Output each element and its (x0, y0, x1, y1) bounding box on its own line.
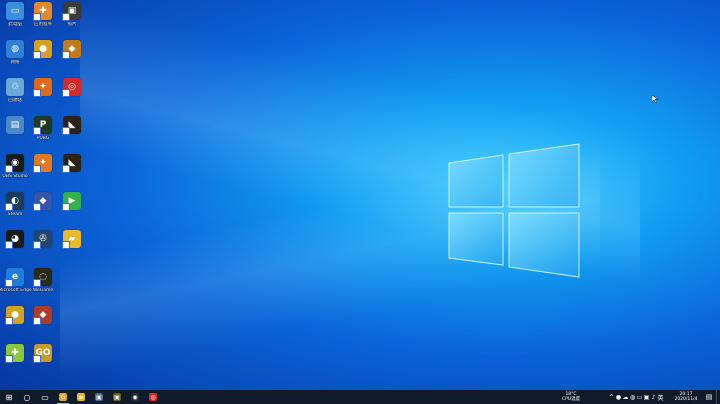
display-icon[interactable]: ▣ (643, 390, 650, 404)
app-dark2-icon: ◣ (62, 154, 81, 173)
clock[interactable]: 20:17 2020/11/4 (670, 392, 702, 402)
steam-icon: ◐ (5, 192, 24, 211)
wechat-icon[interactable]: ● (615, 390, 622, 404)
battery-icon[interactable]: ▭ (636, 390, 643, 404)
desktop-icon-app-dark[interactable]: ◣ (55, 116, 89, 152)
taskbar: ⊞ ○ ▭ G ▰ ▣ ▣ ◉ ◎ 18°C CPU温度 ^ ● ☁ ◍ ▭ ▣ ♪ 英 20:17 2… (0, 390, 720, 404)
volume-icon[interactable]: ♪ (650, 390, 657, 404)
taskbar-app-g[interactable]: G (54, 390, 72, 404)
pubg-icon: P (33, 116, 52, 135)
task-view-icon: ▭ (41, 392, 49, 402)
csgo-icon: GO (33, 344, 52, 363)
windows-logo-wallpaper (448, 143, 580, 278)
app-g-icon: G (59, 393, 67, 401)
clock-date: 2020/11/4 (674, 397, 698, 402)
app-green-icon: ✚ (5, 344, 24, 363)
show-desktop-button[interactable] (716, 390, 720, 404)
desktop-icon-wegame[interactable]: ◌ WeGame (26, 268, 60, 304)
desktop-icon-label: WeGame (32, 288, 54, 293)
app-compass-icon: ✇ (33, 230, 52, 249)
qq-icon: ◕ (5, 230, 24, 249)
taskbar-app-thumb1[interactable]: ▣ (90, 390, 108, 404)
windows-start-icon: ⊞ (5, 392, 13, 402)
desktop-icon-area: ▭ 此电脑 ✚ 应用程序 ▣ 照片 ◍ 网络 ● ◆ ♲ 回收站 ✦ ◎ ▤ P PUBG ◣ ◉ OBS Studi… (0, 0, 120, 385)
app-bear-icon: ● (33, 40, 52, 59)
desktop-icon-folder[interactable]: ▰ (55, 230, 89, 266)
desktop-icon-app-dark2[interactable]: ◣ (55, 154, 89, 190)
start-button[interactable]: ⊞ (0, 390, 18, 404)
desktop-icon-app-red[interactable]: ◆ (26, 306, 60, 342)
app-netease-icon: ◎ (149, 393, 157, 401)
app-game-icon: ◆ (62, 40, 81, 59)
app-bear2-icon: ● (5, 306, 24, 325)
system-tray: 18°C CPU温度 ^ ● ☁ ◍ ▭ ▣ ♪ 英 20:17 2020/11/4 ▤ (556, 390, 720, 404)
this-pc-icon: ▭ (6, 2, 24, 20)
action-center-button[interactable]: ▤ (702, 390, 716, 404)
app-thumb2-icon: ▣ (113, 393, 121, 401)
desktop-icon-csgo[interactable]: GO (26, 344, 60, 380)
app-red-icon: ◆ (33, 306, 52, 325)
taskbar-app-thumb2[interactable]: ▣ (108, 390, 126, 404)
cpu-temp-label: CPU温度 (561, 397, 581, 402)
recycle-bin-icon: ♲ (6, 78, 24, 96)
taskbar-app-explorer[interactable]: ▰ (72, 390, 90, 404)
app-thumb1-icon: ▣ (95, 393, 103, 401)
app-obs-icon: ◉ (131, 393, 139, 401)
task-view-button[interactable]: ▭ (36, 390, 54, 404)
desktop-icon-tencent-video[interactable]: ▶ (55, 192, 89, 228)
desktop-icon-app-photo[interactable]: ▣ 照片 (55, 2, 89, 38)
app-photo-icon: ▣ (62, 2, 81, 21)
desktop-icon-app-game[interactable]: ◆ (55, 40, 89, 76)
wegame-icon: ◌ (33, 268, 52, 287)
ime-icon[interactable]: 英 (657, 390, 664, 404)
edge-icon: e (5, 268, 24, 287)
search-icon: ○ (23, 392, 31, 402)
control-panel-icon: ▤ (6, 116, 24, 134)
app-explorer-icon: ▰ (77, 393, 85, 401)
obs-studio-icon: ◉ (5, 154, 24, 173)
app-blue-icon: ◆ (33, 192, 52, 211)
app-orange-icon: ✦ (33, 78, 52, 97)
network-icon: ◍ (6, 40, 24, 58)
network-icon[interactable]: ◍ (629, 390, 636, 404)
app-orange2-icon: ✦ (33, 154, 52, 173)
taskbar-pinned-apps: G ▰ ▣ ▣ ◉ ◎ (54, 390, 162, 404)
app-yellow-icon: ✚ (33, 2, 52, 21)
tencent-video-icon: ▶ (62, 192, 81, 211)
show-hidden-icons[interactable]: ^ (608, 390, 615, 404)
taskbar-app-obs[interactable]: ◉ (126, 390, 144, 404)
tray-icons: ^ ● ☁ ◍ ▭ ▣ ♪ 英 (608, 390, 664, 404)
search-button[interactable]: ○ (18, 390, 36, 404)
taskbar-app-netease[interactable]: ◎ (144, 390, 162, 404)
desktop-icon-label: 照片 (67, 22, 77, 27)
app-dark-icon: ◣ (62, 116, 81, 135)
notification-icon: ▤ (705, 393, 713, 401)
desktop-icon-netease-music[interactable]: ◎ (55, 78, 89, 114)
netease-music-icon: ◎ (62, 78, 81, 97)
cpu-temp-widget[interactable]: 18°C CPU温度 (556, 392, 586, 402)
folder-icon: ▰ (62, 230, 81, 249)
onedrive-icon[interactable]: ☁ (622, 390, 629, 404)
mouse-cursor-icon (652, 95, 658, 103)
